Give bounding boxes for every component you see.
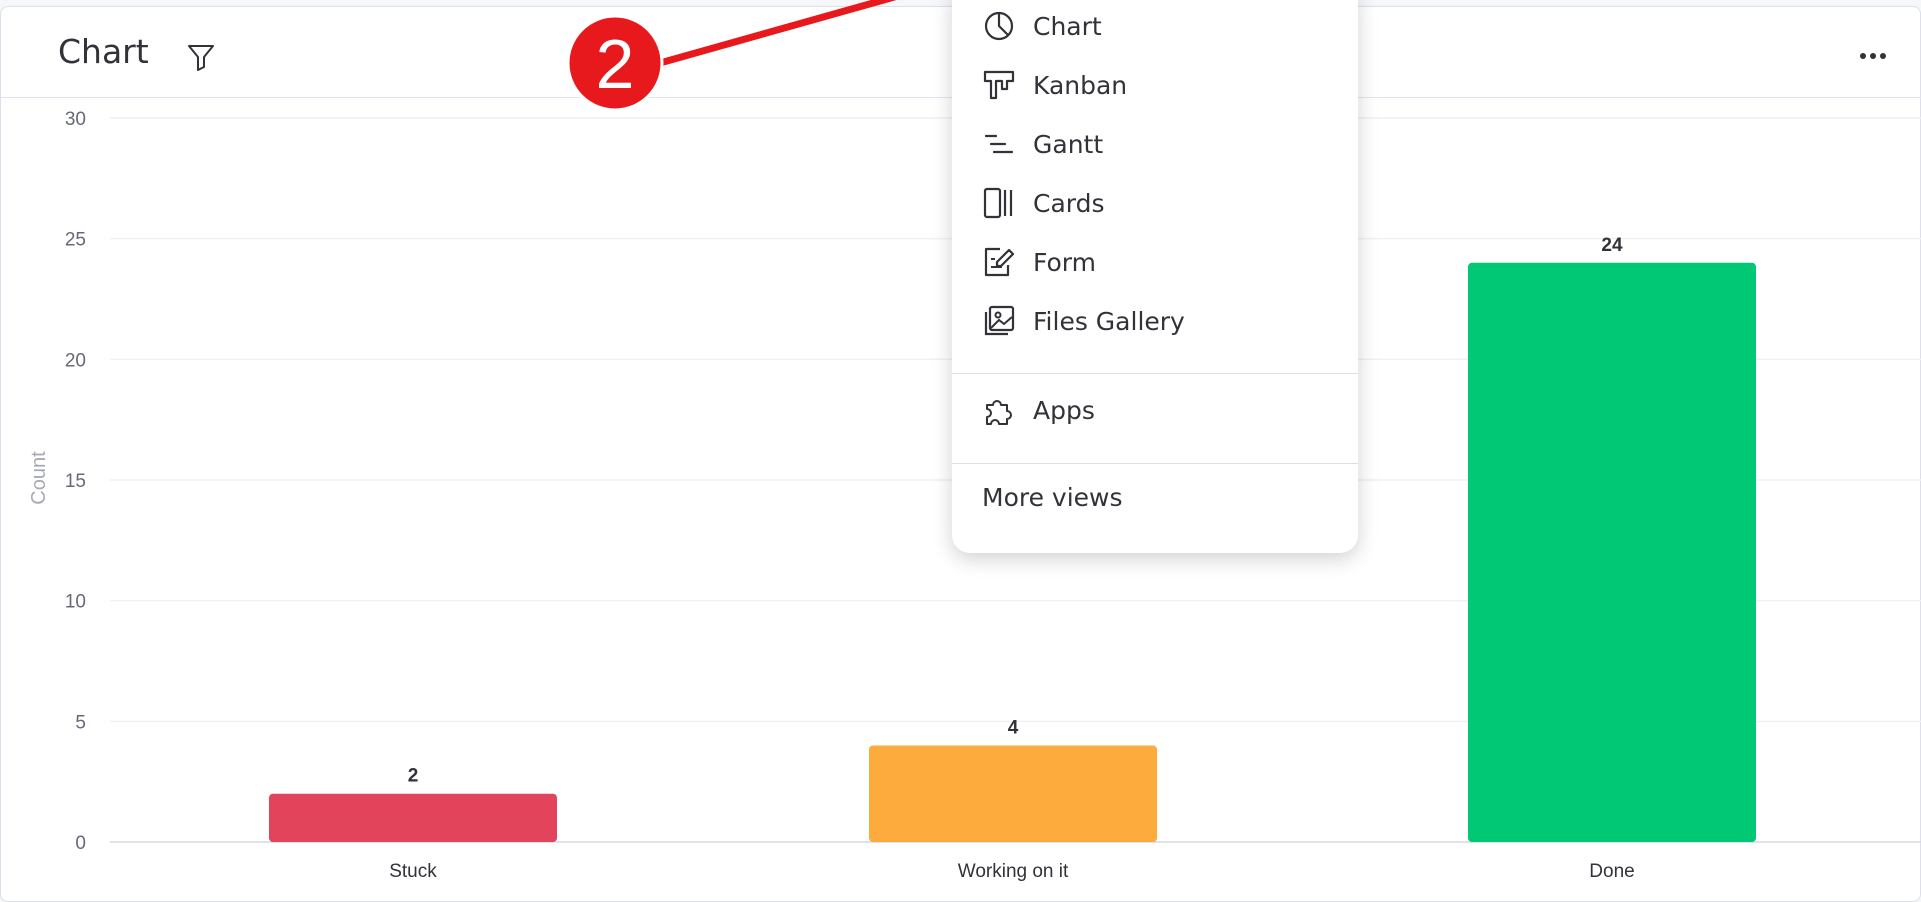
menu-item-gantt[interactable]: Gantt — [952, 117, 1358, 171]
menu-divider — [952, 373, 1358, 374]
menu-item-apps[interactable]: Apps — [952, 383, 1358, 437]
pie-chart-icon — [984, 11, 1014, 41]
menu-item-label: Files Gallery — [1033, 306, 1185, 336]
menu-item-label: Cards — [1033, 188, 1105, 218]
menu-item-kanban[interactable]: Kanban — [952, 58, 1358, 112]
step-number: 2 — [596, 25, 635, 103]
puzzle-icon — [986, 400, 1012, 425]
menu-divider — [952, 463, 1358, 464]
menu-item-cards[interactable]: Cards — [952, 176, 1358, 230]
menu-item-label: Chart — [1033, 11, 1102, 41]
form-icon — [984, 247, 1015, 277]
kanban-icon — [983, 70, 1015, 100]
menu-item-label: Kanban — [1033, 70, 1128, 100]
files-gallery-icon — [984, 305, 1015, 336]
more-views-link[interactable]: More views — [982, 483, 1123, 512]
menu-item-files-gallery[interactable]: Files Gallery — [952, 294, 1358, 348]
menu-item-label: Gantt — [1033, 129, 1104, 159]
gantt-icon — [984, 134, 1014, 154]
views-dropdown-menu: Chart Kanban Gantt Cards Form Files Gall… — [952, 0, 1358, 553]
menu-item-label: Form — [1033, 247, 1096, 277]
cards-icon — [983, 187, 1013, 219]
menu-item-label: Apps — [1033, 395, 1095, 425]
menu-item-form[interactable]: Form — [952, 235, 1358, 289]
menu-item-chart[interactable]: Chart — [952, 0, 1358, 53]
annotation-arrow-line — [656, 0, 897, 67]
